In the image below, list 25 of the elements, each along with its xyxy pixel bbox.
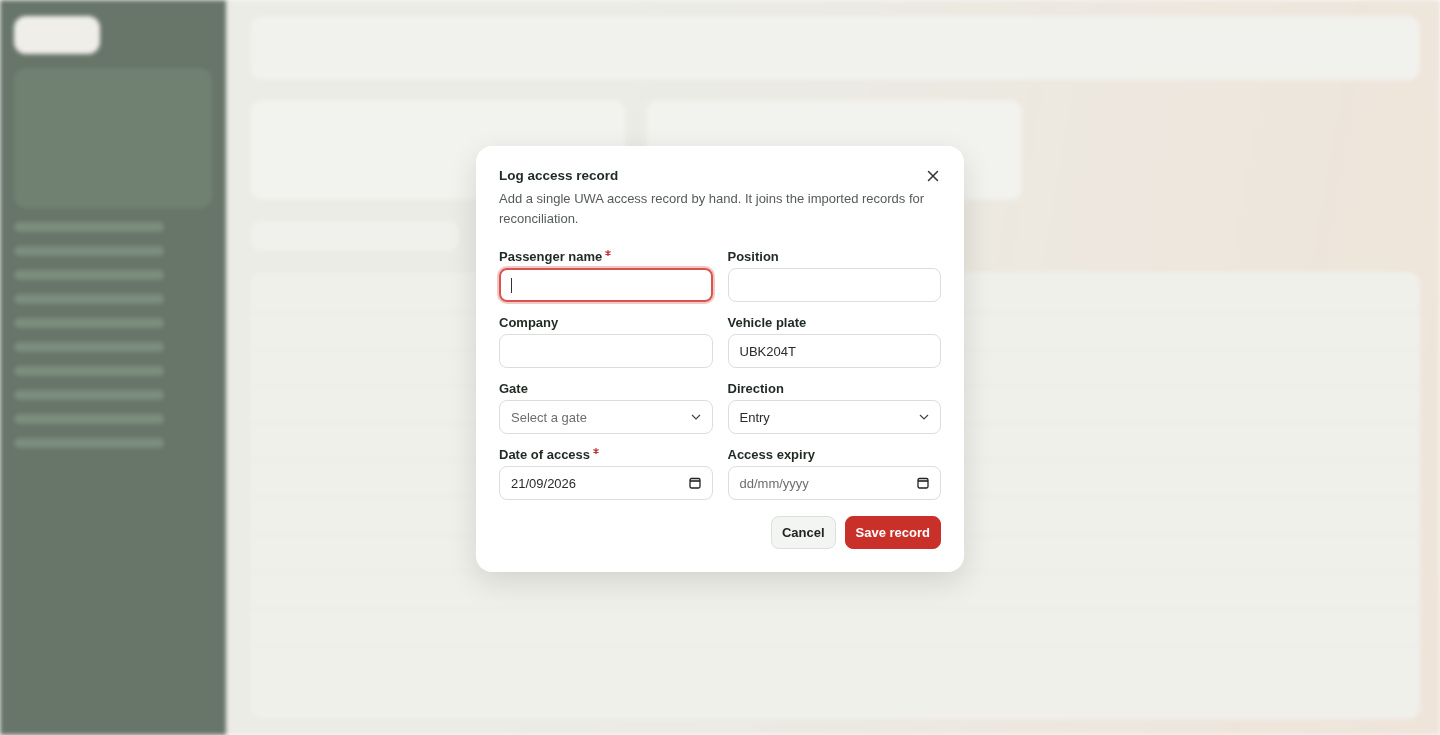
field-label: Direction	[727, 381, 784, 396]
field-label: Passenger name	[499, 249, 603, 264]
date-field[interactable]: 21/09/2026	[499, 466, 713, 500]
dialog-title: Log access record	[499, 168, 619, 183]
field-label: Access expiry	[727, 447, 815, 462]
select-field[interactable]: Select a gate	[499, 400, 713, 434]
field-label: Company	[499, 315, 559, 330]
chevron-down-icon	[919, 414, 929, 420]
input-field[interactable]: UBK204T	[727, 334, 941, 368]
required-asterisk-icon	[593, 448, 600, 454]
save-button[interactable]: Save record	[844, 516, 941, 549]
field-label: Position	[727, 249, 779, 264]
select-field[interactable]: Entry	[727, 400, 941, 434]
close-icon[interactable]	[927, 169, 939, 182]
input-field[interactable]	[499, 268, 713, 302]
required-asterisk-icon	[605, 250, 612, 256]
field-label: Gate	[499, 381, 528, 396]
date-field[interactable]: dd/mm/yyyy	[727, 466, 941, 500]
dialog-description: Add a single UWA access record by hand. It joins the imported records for reconciliation.	[499, 190, 926, 228]
field-label: Vehicle plate	[727, 315, 807, 330]
field-label: Date of access	[499, 447, 591, 462]
chevron-down-icon	[690, 414, 701, 420]
cancel-button[interactable]: Cancel	[770, 516, 836, 549]
calendar-icon[interactable]	[917, 477, 929, 489]
calendar-icon[interactable]	[688, 477, 701, 489]
